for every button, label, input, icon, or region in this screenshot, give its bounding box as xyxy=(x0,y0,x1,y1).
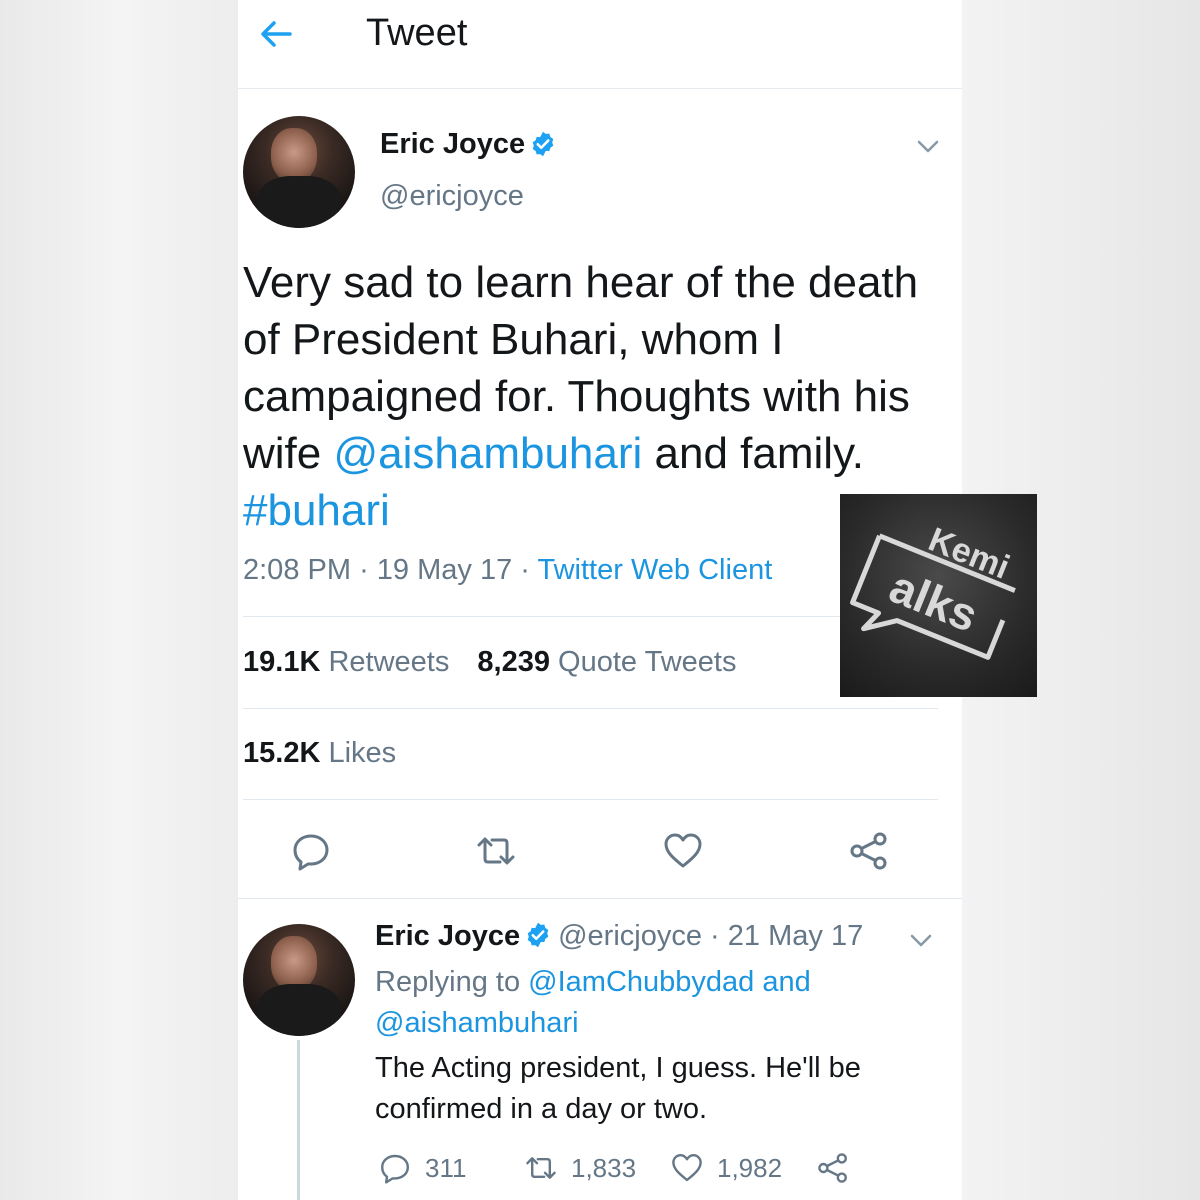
tweet-date: 19 May 17 xyxy=(376,554,513,586)
separator: · xyxy=(520,554,530,586)
chevron-down-icon[interactable] xyxy=(915,136,941,156)
reply-icon[interactable] xyxy=(291,831,331,871)
divider xyxy=(243,708,938,709)
divider xyxy=(243,616,938,617)
divider xyxy=(243,799,938,800)
separator: · xyxy=(359,554,369,586)
like-button[interactable]: 1,982 xyxy=(671,1150,782,1186)
share-icon[interactable] xyxy=(849,831,889,871)
reply-button[interactable]: 311 xyxy=(379,1150,466,1186)
top-bar: Tweet xyxy=(238,0,962,89)
retweet-count: 1,833 xyxy=(571,1152,637,1183)
likes-label: Likes xyxy=(328,737,397,769)
page-title: Tweet xyxy=(366,12,468,54)
avatar[interactable] xyxy=(243,924,355,1036)
quotes-count: 8,239 xyxy=(477,646,550,678)
tweet-time: 2:08 PM xyxy=(243,554,351,586)
reply-author-name[interactable]: Eric Joyce xyxy=(375,920,520,952)
client-link[interactable]: Twitter Web Client xyxy=(538,554,773,586)
retweet-button[interactable]: 1,833 xyxy=(525,1150,636,1186)
chevron-down-icon[interactable] xyxy=(908,930,934,950)
quotes-label: Quote Tweets xyxy=(558,646,737,678)
watermark-logo: Kemi alks xyxy=(840,494,1037,697)
hashtag-link[interactable]: #buhari xyxy=(243,486,390,535)
likes-count: 15.2K xyxy=(243,737,321,769)
reply-header: Eric Joyce @ericjoyce · 21 May 17 xyxy=(375,920,863,953)
author-name[interactable]: Eric Joyce xyxy=(380,128,525,161)
mention-link[interactable]: @aishambuhari xyxy=(375,1007,579,1039)
replying-to: Replying to @IamChubbydad and @aishambuh… xyxy=(375,962,915,1044)
reply-text: The Acting president, I guess. He'll be … xyxy=(375,1052,861,1125)
retweets-label: Retweets xyxy=(328,646,450,678)
engagement-stats: 19.1K Retweets 8,239 Quote Tweets xyxy=(243,646,736,679)
retweet-icon[interactable] xyxy=(476,831,516,871)
mention-link[interactable]: @IamChubbydad xyxy=(528,966,754,998)
quotes-stat[interactable]: 8,239 Quote Tweets xyxy=(477,646,736,678)
likes-stat[interactable]: 15.2K Likes xyxy=(243,737,396,770)
kemi-talks-logo: Kemi alks xyxy=(850,520,1016,660)
retweets-stat[interactable]: 19.1K Retweets xyxy=(243,646,449,678)
back-arrow-icon[interactable] xyxy=(256,14,296,54)
mention-link[interactable]: @aishambuhari xyxy=(333,429,642,478)
tweet-text: Very sad to learn hear of the death of P… xyxy=(243,254,923,539)
separator: · xyxy=(710,920,720,952)
avatar[interactable] xyxy=(243,116,355,228)
replying-label: Replying to xyxy=(375,966,521,998)
tweet-meta: 2:08 PM · 19 May 17 · Twitter Web Client xyxy=(243,554,772,587)
reply-author-handle[interactable]: @ericjoyce xyxy=(558,920,702,952)
reply-date: 21 May 17 xyxy=(727,920,864,952)
like-icon xyxy=(672,1154,702,1182)
verified-badge-icon xyxy=(527,922,549,948)
retweet-icon xyxy=(526,1157,556,1179)
author-handle[interactable]: @ericjoyce xyxy=(380,180,524,213)
tweet-text-body-2: and family. xyxy=(642,429,865,478)
reply-count: 311 xyxy=(425,1152,467,1183)
share-icon xyxy=(818,1153,847,1183)
thread-line xyxy=(297,1040,300,1200)
retweets-count: 19.1K xyxy=(243,646,321,678)
like-count: 1,982 xyxy=(717,1152,783,1183)
divider xyxy=(238,898,962,899)
like-icon[interactable] xyxy=(663,831,703,871)
verified-badge-icon xyxy=(532,131,554,157)
share-button[interactable] xyxy=(817,1150,863,1186)
reply-icon xyxy=(381,1154,409,1184)
replying-and: and xyxy=(762,966,811,998)
